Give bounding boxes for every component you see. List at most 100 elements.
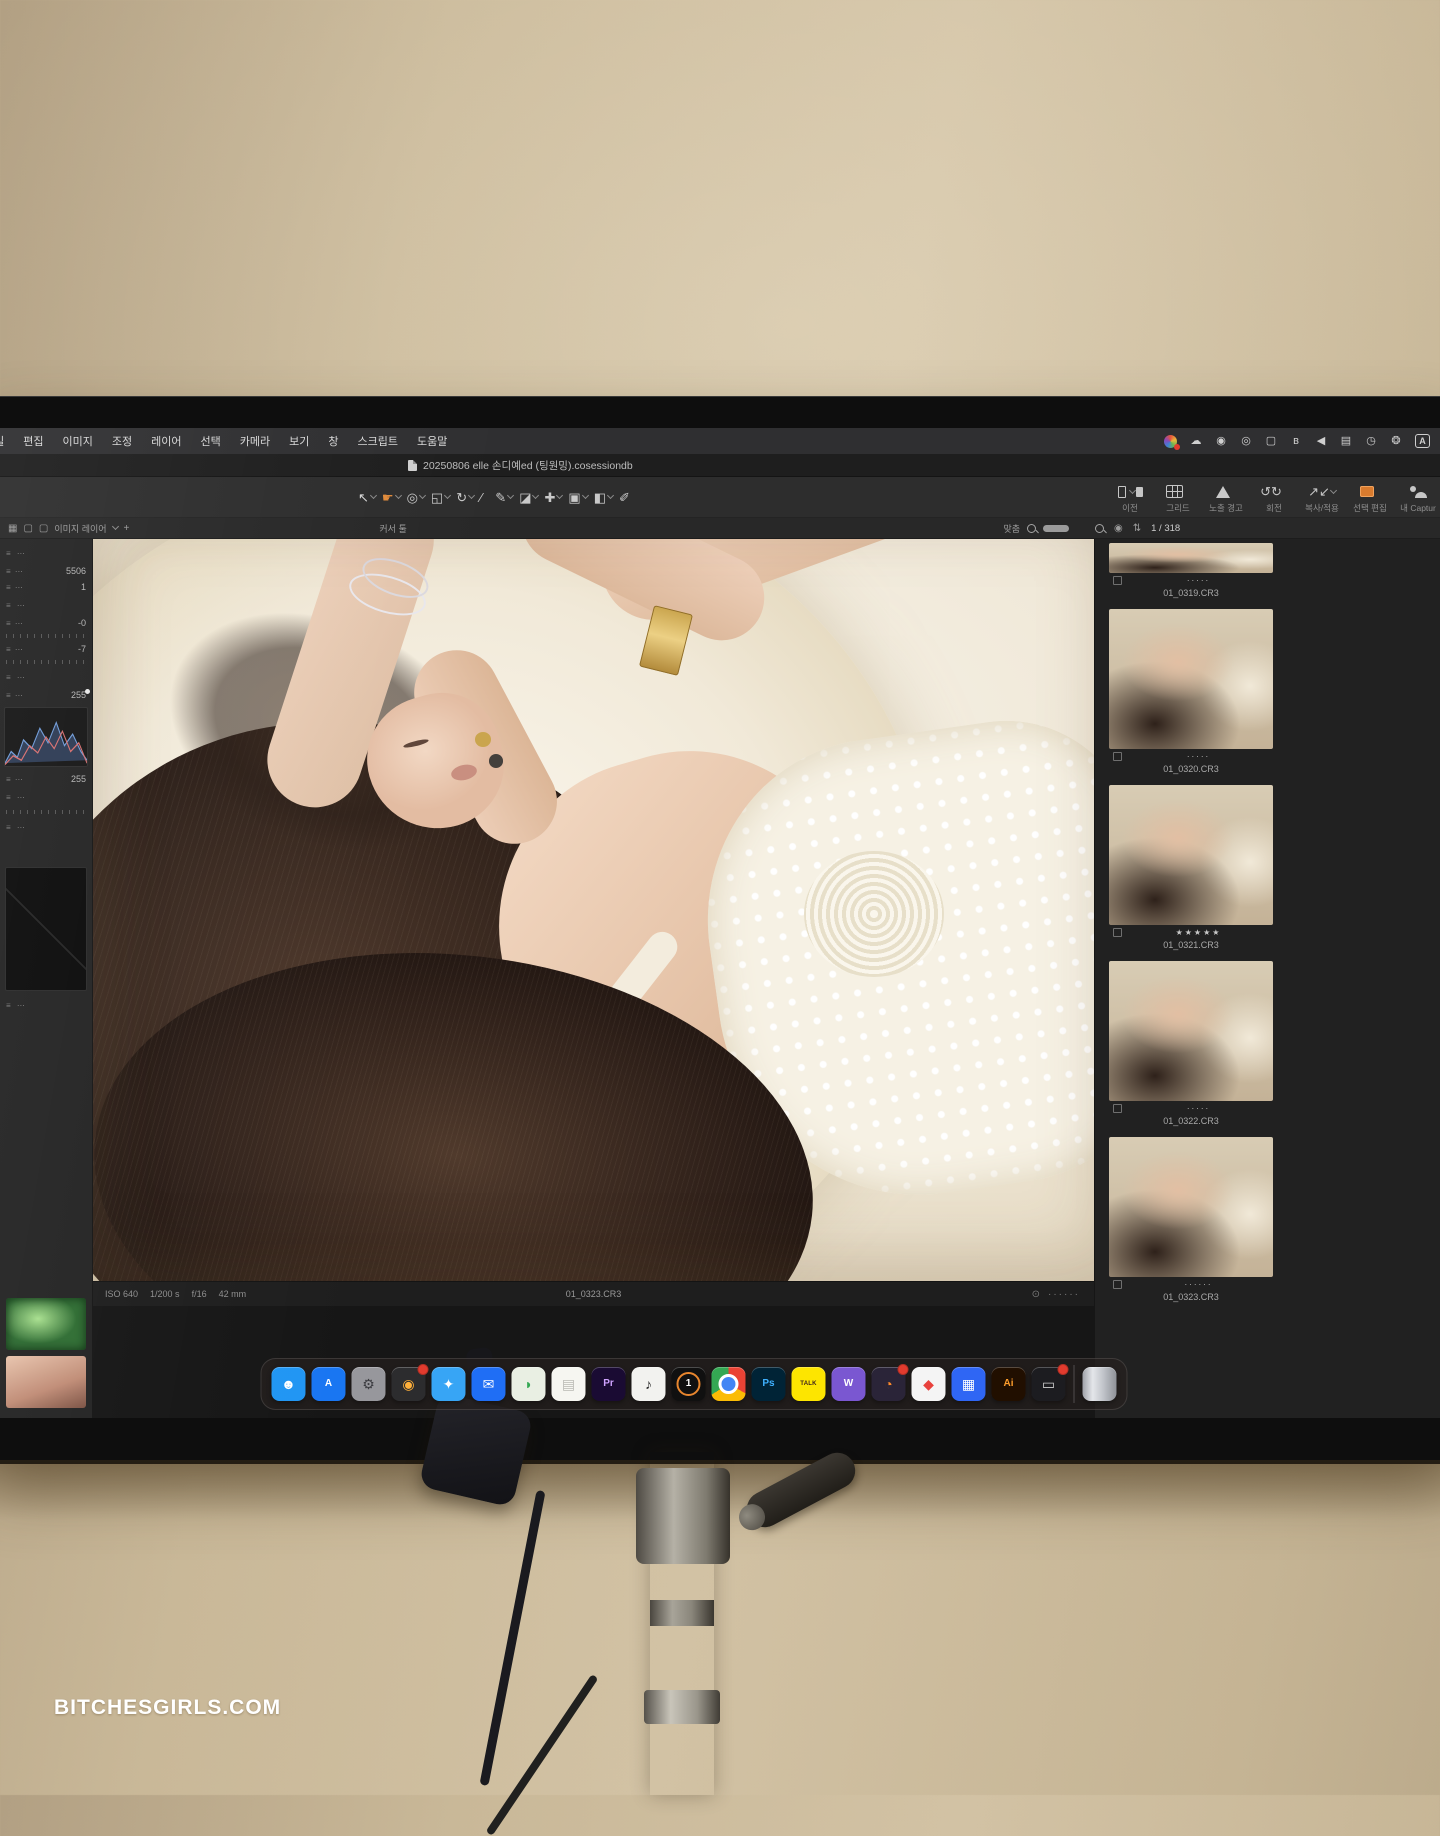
- app-store-icon[interactable]: A: [311, 1367, 345, 1401]
- kakaotalk-icon[interactable]: TALK: [791, 1367, 825, 1401]
- illustrator-icon[interactable]: Ai: [991, 1367, 1025, 1401]
- menu-item[interactable]: 이미지: [63, 433, 93, 449]
- adjustment-row[interactable]: ≡ ⋯: [0, 657, 92, 667]
- before-after-button[interactable]: 이전: [1110, 481, 1150, 514]
- search-icon[interactable]: [1095, 524, 1104, 533]
- menu-item[interactable]: 선택: [201, 433, 221, 449]
- adjustment-row[interactable]: ≡ ⋯: [0, 817, 92, 837]
- grid-button[interactable]: 그리드: [1158, 481, 1198, 514]
- display-app-icon[interactable]: ▭: [1031, 1367, 1065, 1401]
- adjustment-row[interactable]: ≡ ⋯ -7: [0, 641, 92, 657]
- menu-item[interactable]: 창: [328, 433, 338, 449]
- music-keys-app-icon[interactable]: ♪: [631, 1367, 665, 1401]
- main-photo[interactable]: [93, 539, 1094, 1281]
- stack-icon[interactable]: ▤: [1340, 434, 1352, 448]
- thumbnail-item[interactable]: ····· 01_0320.CR3: [1105, 609, 1277, 777]
- menu-item[interactable]: 편집: [23, 433, 43, 449]
- select-tool-icon[interactable]: ↖: [358, 491, 376, 504]
- adjustment-row[interactable]: ≡ ⋯: [0, 807, 92, 817]
- adjustment-row[interactable]: ≡ ⋯ 255: [0, 687, 92, 703]
- cloud-app-icon[interactable]: ☁: [1190, 434, 1202, 448]
- viewer-rating[interactable]: ⊙······: [1032, 1289, 1080, 1300]
- adjustment-row[interactable]: ≡ ⋯: [0, 595, 92, 615]
- layers-dropdown[interactable]: 이미지 레이어: [54, 522, 106, 535]
- menu-item[interactable]: 보기: [289, 433, 309, 449]
- thumbnail-item[interactable]: ······ 01_0323.CR3: [1105, 1137, 1277, 1305]
- catalog-thumb-pink[interactable]: [6, 1356, 86, 1408]
- thumbnail-image[interactable]: [1109, 609, 1273, 749]
- w-app-icon[interactable]: W: [831, 1367, 865, 1401]
- select-checkbox[interactable]: [1113, 752, 1122, 761]
- thumbnail-item[interactable]: ····· 01_0322.CR3: [1105, 961, 1277, 1129]
- rotate-tool-icon[interactable]: ↻: [456, 491, 474, 504]
- rotate-buttons[interactable]: ↺↻ 회전: [1254, 481, 1294, 514]
- rating-stars[interactable]: ·····: [1128, 576, 1269, 585]
- loupe-tool-icon[interactable]: ◎: [407, 491, 425, 504]
- safari-icon[interactable]: ✦: [431, 1367, 465, 1401]
- fit-dropdown[interactable]: 맞춤: [1003, 522, 1020, 535]
- pan-hand-tool-icon[interactable]: ☛: [382, 491, 401, 504]
- target-app-icon[interactable]: ◎: [1240, 434, 1252, 448]
- adjustment-row[interactable]: ≡ ⋯: [0, 667, 92, 687]
- system-settings-icon[interactable]: ⚙: [351, 1367, 385, 1401]
- premiere-pro-icon[interactable]: Pr: [591, 1367, 625, 1401]
- thumbnail-item[interactable]: ★★★★★ 01_0321.CR3: [1105, 785, 1277, 953]
- erase-mask-tool-icon[interactable]: ◪: [519, 491, 538, 504]
- swirl-app-icon[interactable]: ◉: [1215, 434, 1227, 448]
- slider-ticks[interactable]: [6, 660, 86, 664]
- rating-stars[interactable]: ······: [1128, 1280, 1269, 1289]
- clock-icon[interactable]: ◷: [1365, 434, 1377, 448]
- display-icon[interactable]: ▢: [1265, 434, 1277, 448]
- zoom-out-icon[interactable]: [1027, 524, 1036, 533]
- menu-item[interactable]: 조정: [112, 433, 132, 449]
- rating-stars[interactable]: ·····: [1128, 752, 1269, 761]
- adjustment-row[interactable]: ≡ ⋯: [0, 787, 92, 807]
- adjustment-row[interactable]: ≡ ⋯ 255: [0, 771, 92, 787]
- siri-icon[interactable]: ❂: [1390, 434, 1402, 448]
- zoom-slider[interactable]: [1043, 525, 1069, 532]
- trash-icon[interactable]: [1082, 1367, 1116, 1401]
- camera-lens-app-icon[interactable]: ◉: [391, 1367, 425, 1401]
- notes-icon[interactable]: ▤: [551, 1367, 585, 1401]
- draw-mask-tool-icon[interactable]: ✎: [495, 491, 513, 504]
- select-checkbox[interactable]: [1113, 1280, 1122, 1289]
- path-tool-icon[interactable]: ✐: [619, 491, 637, 504]
- straighten-tool-icon[interactable]: ∕: [480, 491, 489, 504]
- slider-ticks[interactable]: [6, 810, 86, 814]
- layers-bar[interactable]: ▦ ▢ ▢ 이미지 레이어 +: [8, 522, 129, 535]
- bluetooth-icon[interactable]: ʙ: [1290, 434, 1302, 448]
- copy-apply-button[interactable]: ↗↙ 복사/적용: [1302, 481, 1342, 514]
- gradient-mask-tool-icon[interactable]: ◧: [594, 491, 613, 504]
- adjustment-row[interactable]: ≡ ⋯ 5506: [0, 563, 92, 579]
- capture-panel-button[interactable]: 내 Captur: [1398, 481, 1438, 514]
- menu-item[interactable]: 스크립트: [358, 433, 398, 449]
- photoshop-icon[interactable]: Ps: [751, 1367, 785, 1401]
- adjustment-row[interactable]: ≡ ⋯: [0, 543, 92, 563]
- menu-item[interactable]: 파일: [0, 433, 4, 449]
- palette-app-icon[interactable]: [1164, 435, 1177, 448]
- edit-selected-button[interactable]: 선택 편집: [1350, 481, 1390, 514]
- input-source-icon[interactable]: A: [1415, 434, 1430, 448]
- blue-app-icon[interactable]: ▦: [951, 1367, 985, 1401]
- select-checkbox[interactable]: [1113, 1104, 1122, 1113]
- catalog-thumb-sparkle[interactable]: [6, 1298, 86, 1350]
- exposure-warning-button[interactable]: 노출 경고: [1206, 481, 1246, 514]
- eye-icon[interactable]: ◉: [1114, 523, 1123, 534]
- thumbnail-image[interactable]: [1109, 543, 1273, 573]
- adjustment-row[interactable]: ≡ ⋯ 1: [0, 579, 92, 595]
- red-white-app-icon[interactable]: ◆: [911, 1367, 945, 1401]
- adjustment-row[interactable]: ≡ ⋯: [0, 995, 92, 1015]
- capture-one-icon[interactable]: 1: [671, 1367, 705, 1401]
- select-checkbox[interactable]: [1113, 928, 1122, 937]
- chrome-icon[interactable]: [711, 1367, 745, 1401]
- clone-tool-icon[interactable]: ▣: [568, 491, 587, 504]
- adjustment-row[interactable]: ≡ ⋯: [0, 837, 92, 863]
- sort-icon[interactable]: ⇅: [1133, 523, 1141, 534]
- adjustment-row[interactable]: ≡ ⋯: [0, 863, 92, 995]
- rating-stars[interactable]: ★★★★★: [1128, 928, 1269, 937]
- crop-tool-icon[interactable]: ◱: [431, 491, 450, 504]
- adjustment-row[interactable]: ≡ ⋯: [0, 703, 92, 771]
- slider-ticks[interactable]: [6, 634, 86, 638]
- heal-tool-icon[interactable]: ✚: [544, 491, 562, 504]
- thumbnail-image[interactable]: [1109, 961, 1273, 1101]
